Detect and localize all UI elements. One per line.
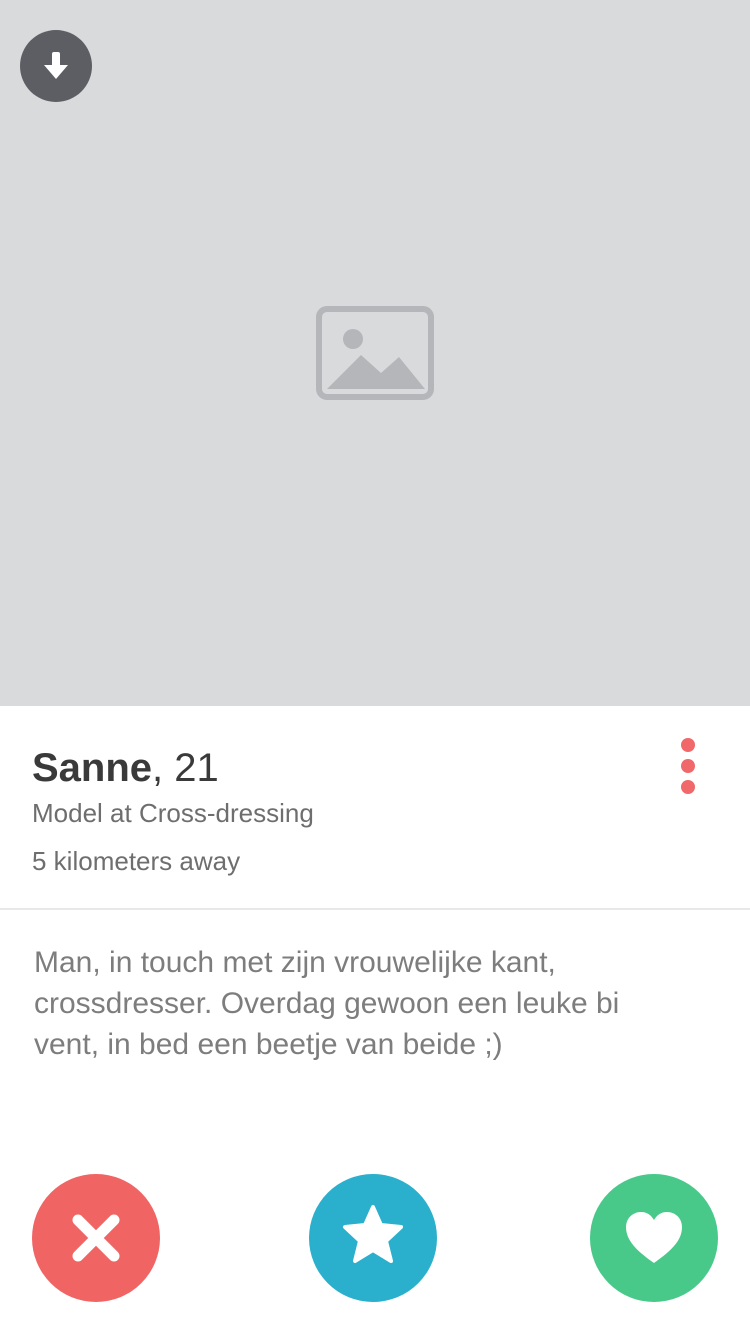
arrow-down-icon — [44, 52, 68, 79]
profile-name: Sanne — [32, 746, 153, 790]
profile-distance: 5 kilometers away — [32, 846, 241, 876]
divider — [0, 908, 750, 910]
more-vertical-icon — [681, 780, 695, 794]
profile-info: Sanne, 21 Model at Cross-dressing 5 kilo… — [0, 706, 750, 908]
profile-age: , 21 — [152, 746, 219, 790]
more-options-button[interactable] — [664, 734, 712, 798]
more-vertical-icon — [681, 759, 695, 773]
profile-photo[interactable] — [0, 0, 750, 706]
star-icon — [343, 1205, 403, 1271]
nope-button[interactable] — [32, 1174, 160, 1302]
like-button[interactable] — [590, 1174, 718, 1302]
profile-job: Model at Cross-dressing — [32, 798, 314, 828]
profile-bio: Man, in touch met zijn vrouwelijke kant,… — [34, 946, 620, 1061]
collapse-profile-button[interactable] — [20, 30, 92, 102]
heart-icon — [626, 1212, 682, 1263]
close-icon — [72, 1214, 120, 1262]
image-placeholder-icon — [316, 306, 434, 400]
more-vertical-icon — [681, 738, 695, 752]
superlike-button[interactable] — [309, 1174, 437, 1302]
name-age: Sanne, 21 — [32, 746, 219, 791]
